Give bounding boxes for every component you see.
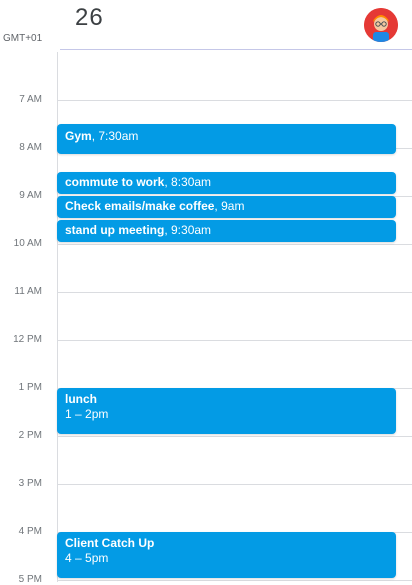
event-time: , 9:30am — [164, 223, 212, 237]
hour-line — [57, 340, 412, 341]
hour-label-12pm: 12 PM — [13, 334, 42, 345]
hour-line — [57, 484, 412, 485]
hour-line — [57, 436, 412, 437]
hour-label-9am: 9 AM — [19, 190, 42, 201]
hour-label-11am: 11 AM — [14, 286, 42, 297]
event-title: Check emails/make coffee — [65, 199, 215, 213]
hour-label-1pm: 1 PM — [18, 382, 42, 393]
event-title: Client Catch Up — [65, 536, 155, 550]
event-client-catch-up[interactable]: Client Catch Up 4 – 5pm — [57, 532, 396, 578]
event-title: commute to work — [65, 175, 165, 189]
event-title: lunch — [65, 392, 97, 406]
event-time: 4 – 5pm — [65, 551, 109, 565]
hour-line — [57, 244, 412, 245]
event-standup[interactable]: stand up meeting, 9:30am — [57, 220, 396, 242]
event-title: Gym — [65, 129, 92, 143]
event-title: stand up meeting — [65, 223, 165, 237]
hour-label-10am: 10 AM — [13, 238, 42, 249]
event-gym[interactable]: Gym, 7:30am — [57, 124, 396, 154]
event-time: , 7:30am — [91, 129, 139, 143]
time-column-divider — [57, 30, 58, 582]
person-avatar-icon[interactable] — [364, 8, 398, 42]
event-time: , 9am — [214, 199, 245, 213]
hour-label-3pm: 3 PM — [18, 478, 42, 489]
hour-label-2pm: 2 PM — [18, 430, 42, 441]
hour-line — [57, 292, 412, 293]
day-grid[interactable]: 6 AM 7 AM 8 AM 9 AM 10 AM 11 AM 12 PM 1 … — [0, 0, 412, 585]
hour-line — [57, 580, 412, 581]
hour-label-5pm: 5 PM — [18, 574, 42, 585]
event-lunch[interactable]: lunch 1 – 2pm — [57, 388, 396, 434]
hour-label-8am: 8 AM — [19, 142, 42, 153]
event-commute[interactable]: commute to work, 8:30am — [57, 172, 396, 194]
event-check-emails[interactable]: Check emails/make coffee, 9am — [57, 196, 396, 218]
header-divider — [60, 49, 412, 50]
event-time: 1 – 2pm — [65, 407, 109, 421]
hour-label-7am: 7 AM — [19, 94, 42, 105]
hour-label-4pm: 4 PM — [18, 526, 42, 537]
hour-line — [57, 100, 412, 101]
event-time: , 8:30am — [164, 175, 212, 189]
day-header: 26 GMT+01 — [0, 0, 412, 52]
date-number[interactable]: 26 — [75, 4, 104, 32]
timezone-label: GMT+01 — [3, 33, 43, 44]
